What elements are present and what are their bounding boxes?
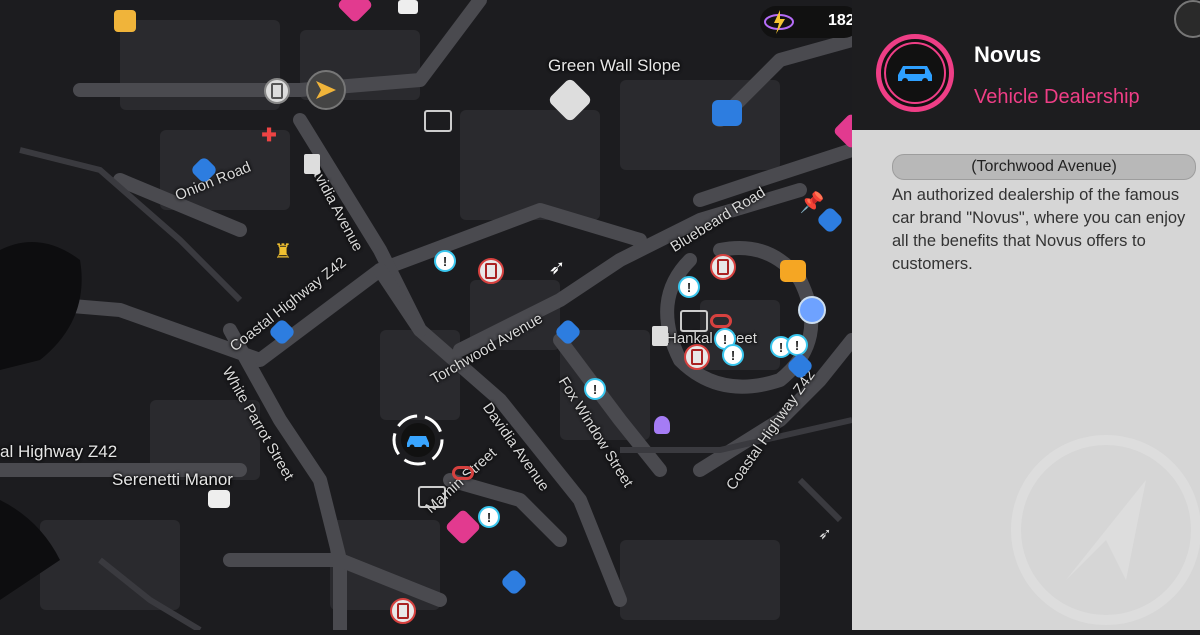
info-marker-icon[interactable]: ! <box>584 378 606 400</box>
save-point-icon[interactable] <box>390 598 416 624</box>
label-coastal-highway-left: al Highway Z42 <box>0 442 118 461</box>
energy-orb-icon <box>764 10 794 34</box>
info-marker-icon[interactable]: ! <box>478 506 500 528</box>
bird-emblem-icon[interactable]: ➶ <box>816 524 834 544</box>
dealership-emblem <box>876 34 954 112</box>
chain-link-icon[interactable] <box>452 466 474 480</box>
save-point-icon[interactable] <box>478 258 504 284</box>
info-marker-icon[interactable]: ! <box>434 250 456 272</box>
save-point-icon[interactable] <box>684 344 710 370</box>
player-arrow-icon[interactable] <box>306 70 346 110</box>
church-icon[interactable]: ♜ <box>272 240 294 263</box>
info-marker-icon[interactable]: ! <box>722 344 744 366</box>
book-icon[interactable] <box>652 326 668 346</box>
location-category: Vehicle Dealership <box>974 86 1140 108</box>
info-marker-icon[interactable]: ! <box>786 334 808 356</box>
panel-header: Novus Vehicle Dealership <box>852 0 1200 130</box>
globe-icon[interactable] <box>798 296 826 324</box>
pushpin-icon[interactable]: 📌 <box>800 190 825 214</box>
trash-bin-icon[interactable] <box>264 78 290 104</box>
chain-link-icon[interactable] <box>710 314 732 328</box>
shop-icon[interactable] <box>780 260 806 282</box>
currency-value: 182 <box>828 12 855 29</box>
location-detail-panel: Novus Vehicle Dealership (Torchwood Aven… <box>852 0 1200 630</box>
brand-watermark-icon <box>1011 435 1200 625</box>
selected-vehicle-dealership-marker[interactable] <box>388 410 448 470</box>
location-street-pill: (Torchwood Avenue) <box>892 154 1196 180</box>
label-hankal-street: Hankal Street <box>666 330 757 347</box>
magnet-shop-icon[interactable] <box>712 100 742 126</box>
camera-icon[interactable] <box>208 490 230 508</box>
building-icon[interactable] <box>680 310 708 332</box>
location-description: An authorized dealership of the famous c… <box>892 186 1186 273</box>
location-title: Novus <box>974 42 1042 67</box>
label-green-wall-slope: Green Wall Slope <box>548 56 681 75</box>
home-icon[interactable] <box>114 10 136 32</box>
car-icon <box>898 66 932 84</box>
book-icon[interactable] <box>304 154 320 174</box>
purple-orb-icon[interactable] <box>654 416 670 434</box>
building-icon[interactable] <box>424 110 452 132</box>
hospital-camera-icon[interactable]: ✚ <box>254 125 284 145</box>
building-icon[interactable] <box>418 486 446 508</box>
label-serenetti-manor: Serenetti Manor <box>112 470 233 489</box>
camera-icon[interactable] <box>398 0 418 14</box>
bird-emblem-icon[interactable]: ➶ <box>546 256 568 279</box>
car-icon <box>392 414 444 466</box>
save-point-icon[interactable] <box>710 254 736 280</box>
info-marker-icon[interactable]: ! <box>678 276 700 298</box>
